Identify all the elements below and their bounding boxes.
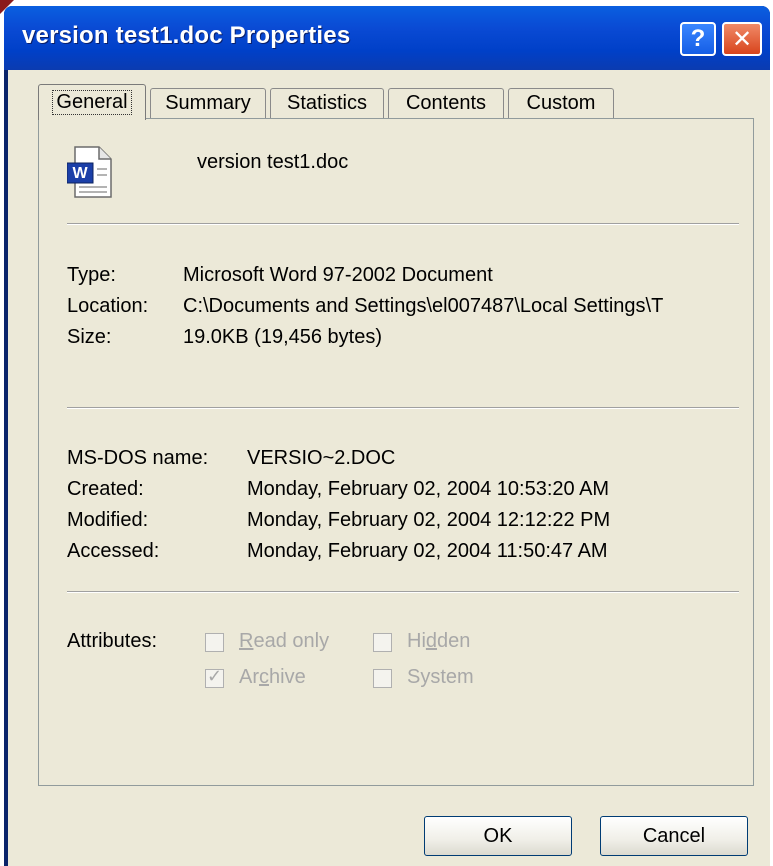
system-checkbox[interactable]: [373, 669, 392, 688]
close-icon: ✕: [731, 25, 753, 53]
tab-statistics[interactable]: Statistics: [270, 88, 384, 118]
modified-value: Monday, February 02, 2004 12:12:22 PM: [247, 509, 611, 531]
tab-general[interactable]: General: [38, 84, 146, 120]
tab-general-label: General: [52, 90, 132, 115]
modified-label: Modified:: [67, 509, 149, 531]
separator: [67, 591, 739, 593]
msdos-name-value: VERSIO~2.DOC: [247, 447, 396, 469]
system-label: System: [407, 666, 474, 689]
read-only-label-accel: R: [239, 630, 254, 652]
archive-label-post: hive: [269, 666, 306, 688]
msdos-name-label: MS-DOS name:: [67, 447, 209, 469]
general-tab-panel: W version test1.doc Type: Microsoft Word…: [38, 118, 754, 786]
cancel-button[interactable]: Cancel: [600, 816, 748, 856]
tab-summary[interactable]: Summary: [150, 88, 266, 118]
tab-contents[interactable]: Contents: [388, 88, 504, 118]
hidden-label-accel: d: [425, 630, 438, 652]
archive-label: Archive: [239, 666, 306, 689]
file-name[interactable]: version test1.doc: [197, 151, 348, 174]
type-label: Type:: [67, 264, 116, 286]
read-only-label-post: ead only: [253, 630, 330, 652]
hidden-checkbox[interactable]: [373, 633, 392, 652]
accessed-label: Accessed:: [67, 540, 160, 562]
location-value[interactable]: C:\Documents and Settings\el007487\Local…: [183, 295, 741, 318]
title-bar[interactable]: version test1.doc Properties ? ✕: [4, 6, 770, 70]
hidden-label-post: den: [437, 630, 471, 652]
read-only-checkbox[interactable]: [205, 633, 224, 652]
hidden-label: Hidden: [407, 630, 470, 653]
ok-button[interactable]: OK: [424, 816, 572, 856]
help-button[interactable]: ?: [680, 22, 716, 56]
tab-statistics-label: Statistics: [286, 92, 368, 114]
word-document-icon: W: [67, 146, 112, 198]
accessed-value: Monday, February 02, 2004 11:50:47 AM: [247, 540, 608, 562]
location-label: Location:: [67, 295, 149, 317]
tab-custom-label: Custom: [526, 92, 596, 114]
read-only-label: Read only: [239, 630, 329, 653]
window-title: version test1.doc Properties: [22, 22, 351, 49]
system-label-post: System: [407, 666, 474, 688]
close-button[interactable]: ✕: [722, 22, 762, 56]
created-value: Monday, February 02, 2004 10:53:20 AM: [247, 478, 610, 500]
svg-text:W: W: [72, 165, 88, 182]
size-value: 19.0KB (19,456 bytes): [183, 326, 383, 348]
archive-label-accel: c: [259, 666, 269, 688]
hidden-label-pre: Hi: [407, 630, 426, 652]
properties-dialog: version test1.doc Properties ? ✕ General…: [4, 6, 770, 866]
archive-checkbox[interactable]: [205, 666, 224, 688]
tab-contents-label: Contents: [405, 92, 487, 114]
separator: [67, 407, 739, 409]
created-label: Created:: [67, 478, 144, 500]
archive-label-pre: Ar: [239, 666, 259, 688]
tab-custom[interactable]: Custom: [508, 88, 614, 118]
size-label: Size:: [67, 326, 112, 348]
tab-summary-label: Summary: [165, 92, 251, 114]
attributes-label: Attributes:: [67, 630, 158, 652]
type-value: Microsoft Word 97-2002 Document: [183, 264, 493, 286]
help-icon: ?: [690, 25, 706, 52]
dialog-body: General Summary Statistics Contents Cust…: [8, 70, 770, 866]
separator: [67, 223, 739, 225]
